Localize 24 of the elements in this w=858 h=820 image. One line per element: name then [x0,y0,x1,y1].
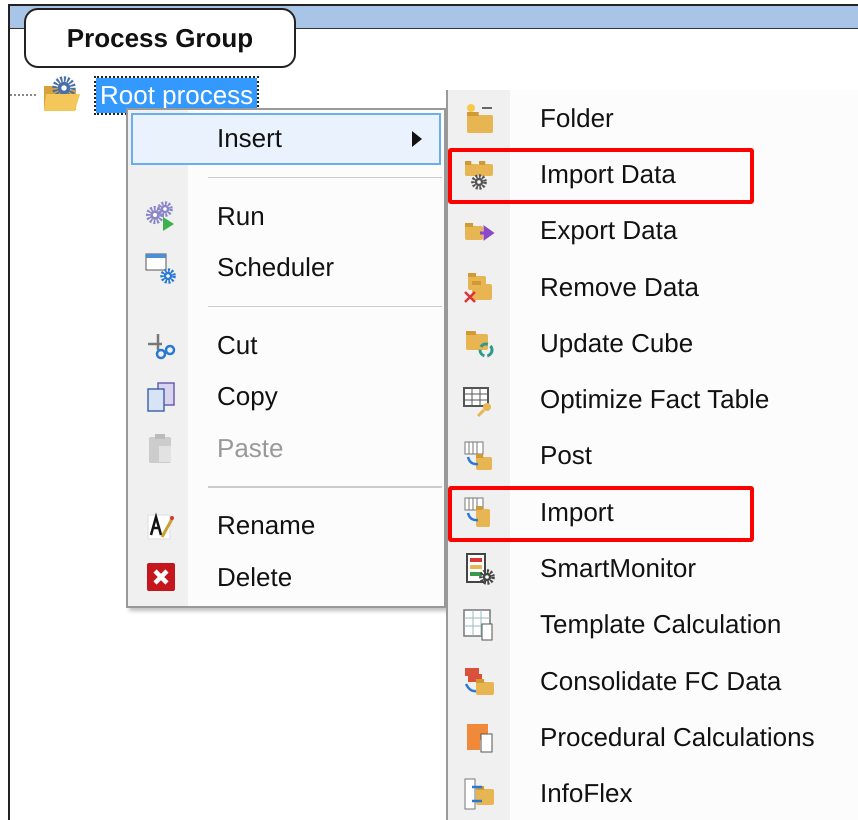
menu-item[interactable]: Post [448,428,858,484]
menu-item[interactable]: Optimize Fact Table [448,371,858,428]
menu-item[interactable]: Delete [131,551,441,603]
menu-item[interactable]: Rename [131,500,441,552]
folder-gear-icon [42,76,82,114]
menu-item[interactable]: Cut [131,319,441,371]
menu-item[interactable]: InfoFlex [448,766,858,820]
menu-item[interactable]: Remove Data [448,258,858,316]
process-group-tab[interactable]: Process Group [24,8,296,68]
menu-item[interactable]: Consolidate FC Data [448,652,858,710]
menu-item[interactable]: Scheduler [131,242,441,294]
menu-item[interactable]: Copy [131,370,441,422]
menu-item[interactable]: Import Data [448,146,858,203]
calendar-gear-icon [144,250,178,285]
menu-item[interactable]: Export Data [448,202,858,259]
menu-item[interactable]: Folder [448,90,858,146]
menu-item[interactable]: Template Calculation [448,596,858,653]
menu-item[interactable]: Run [131,190,441,242]
menu-item[interactable]: Import [448,484,858,540]
menu-item[interactable]: Procedural Calculations [448,709,858,766]
menu-item[interactable]: Update Cube [448,315,858,372]
menu-item[interactable]: SmartMonitor [448,540,858,597]
table-folder-icon [462,776,496,811]
menu-item[interactable]: Insert [131,113,441,165]
